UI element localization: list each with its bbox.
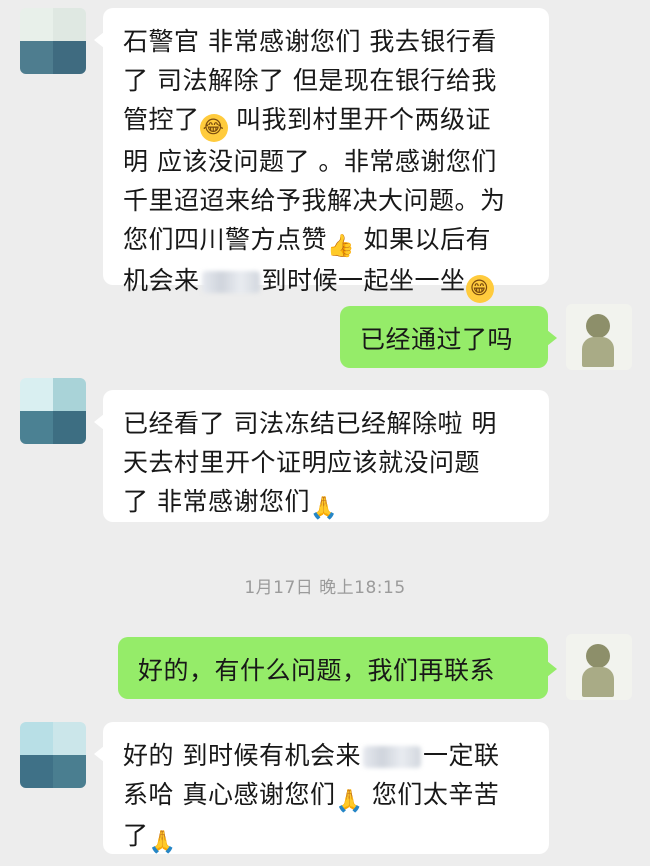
user-avatar[interactable] <box>566 634 632 700</box>
message-text: 好的，有什么问题，我们再联系 <box>138 656 496 685</box>
message-bubble-incoming[interactable]: 已经看了 司法冻结已经解除啦 明 天去村里开个证明应该就没问题 了 非常感谢您们… <box>94 390 549 522</box>
message-bubble-outgoing[interactable]: 好的，有什么问题，我们再联系 <box>118 637 557 699</box>
avatar-mosaic <box>20 8 86 74</box>
grinning-icon: 😁 <box>465 275 494 303</box>
avatar-person <box>566 304 632 370</box>
message-line: 机会来 到时候一起坐一坐 😁 <box>123 261 531 303</box>
message-line: 天去村里开个证明应该就没问题 <box>123 448 481 477</box>
folded-hands-icon: 🙏 <box>148 830 177 855</box>
message-line: 管控了 😂 叫我到村里开个两级证 <box>123 100 531 142</box>
message-line: 系哈 真心感谢您们🙏 您们太辛苦 <box>123 780 500 814</box>
message-bubble-incoming[interactable]: 好的 到时候有机会来 一定联 系哈 真心感谢您们🙏 您们太辛苦 了🙏 <box>94 722 549 855</box>
message-line: 已经看了 司法冻结已经解除啦 明 <box>123 409 497 438</box>
avatar-person <box>566 634 632 700</box>
message-text: 已经通过了吗 <box>360 325 514 354</box>
message-line: 了 司法解除了 但是现在银行给我 <box>123 66 497 95</box>
contact-avatar[interactable] <box>20 378 86 444</box>
message-line: 了 非常感谢您们🙏 <box>123 487 338 521</box>
message-bubble-outgoing[interactable]: 已经通过了吗 <box>340 306 557 368</box>
message-bubble-incoming[interactable]: 石警官 非常感谢您们 我去银行看 了 司法解除了 但是现在银行给我 管控了 😂 叫… <box>94 8 549 303</box>
thumbs-up-icon: 👍 <box>327 234 355 259</box>
message-line: 您们四川警方点赞👍 如果以后有 <box>123 225 491 259</box>
contact-avatar[interactable] <box>20 722 86 788</box>
avatar-mosaic <box>20 378 86 444</box>
message-line: 明 应该没问题了 。非常感谢您们 <box>123 147 497 176</box>
user-avatar[interactable] <box>566 304 632 370</box>
message-line: 石警官 非常感谢您们 我去银行看 <box>123 27 497 56</box>
redacted-text <box>362 746 421 768</box>
redacted-text <box>201 271 260 293</box>
folded-hands-icon: 🙏 <box>310 496 338 521</box>
message-line: 千里迢迢来给予我解决大问题。为 <box>123 186 506 215</box>
folded-hands-icon: 🙏 <box>335 789 364 814</box>
avatar-mosaic <box>20 722 86 788</box>
message-line: 好的 到时候有机会来 一定联 <box>123 741 500 770</box>
message-line: 了🙏 <box>123 821 177 855</box>
contact-avatar[interactable] <box>20 8 86 74</box>
crying-laughing-icon: 😂 <box>199 114 228 142</box>
message-timestamp: 1月17日 晚上18:15 <box>244 578 406 598</box>
